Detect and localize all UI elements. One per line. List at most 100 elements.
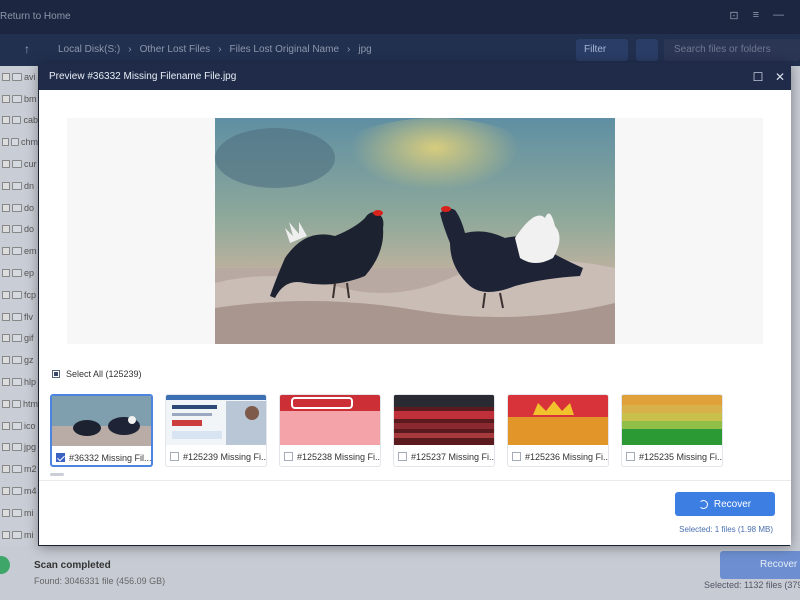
search-input[interactable]: Search files or folders (664, 39, 800, 61)
folder-name: cur (24, 159, 37, 170)
folder-checkbox[interactable] (2, 443, 10, 452)
folder-checkbox[interactable] (2, 378, 10, 387)
folder-row[interactable]: hlp (0, 371, 38, 393)
select-all-box (52, 370, 60, 378)
folder-checkbox[interactable] (2, 160, 10, 169)
thumbnail-item[interactable]: #125235 Missing Fi... (621, 394, 723, 467)
thumbnail-label: #36332 Missing Fil... (69, 452, 151, 463)
folder-checkbox[interactable] (2, 356, 10, 365)
thumbnail-webpage-image (166, 395, 266, 445)
folder-row[interactable]: chm (0, 131, 38, 153)
thumbnail-checkbox[interactable] (56, 453, 65, 462)
folder-checkbox[interactable] (2, 72, 10, 81)
folder-checkbox[interactable] (2, 530, 10, 539)
recover-button[interactable]: Recover (675, 492, 775, 516)
folder-checkbox[interactable] (2, 421, 10, 430)
main-recover-button[interactable]: Recover (720, 551, 800, 579)
folder-row[interactable]: ico (0, 415, 38, 437)
folder-row[interactable]: bm (0, 88, 38, 110)
folder-checkbox[interactable] (2, 334, 10, 343)
folder-row[interactable]: m4 (0, 480, 38, 502)
thumbnail-image (52, 396, 151, 446)
folder-checkbox[interactable] (2, 247, 10, 256)
thumbnail-checkbox[interactable] (284, 452, 293, 461)
folder-list: avi bm cab chm cur dn do do em ep fcp flv gif gz hlp ht… (0, 66, 38, 546)
breadcrumb-item[interactable]: jpg (358, 44, 371, 55)
folder-row[interactable]: fcp (0, 284, 38, 306)
feedback-icon[interactable]: ⊡ (729, 9, 738, 22)
breadcrumb-item[interactable]: Other Lost Files (140, 44, 211, 55)
folder-row[interactable]: em (0, 240, 38, 262)
thumbnail-item[interactable]: #125237 Missing Fi... (393, 394, 495, 467)
folder-checkbox[interactable] (2, 290, 10, 299)
return-home-link[interactable]: Return to Home (0, 11, 71, 22)
thumbnail-label: #125236 Missing Fi... (525, 451, 608, 462)
folder-row[interactable]: avi (0, 66, 38, 88)
preview-dialog: Preview #36332 Missing Filename File.jpg… (39, 63, 791, 545)
folder-row[interactable]: cab (0, 110, 38, 132)
thumbnail-image (280, 395, 380, 445)
folder-name: mi (24, 507, 34, 518)
folder-row[interactable]: htm (0, 393, 38, 415)
folder-checkbox[interactable] (2, 181, 10, 190)
folder-checkbox[interactable] (2, 225, 10, 234)
folder-checkbox[interactable] (2, 399, 10, 408)
thumbnail-strip: #36332 Missing Fil... #125239 Missing Fi… (50, 394, 723, 467)
folder-checkbox[interactable] (2, 94, 10, 103)
folder-name: ep (24, 268, 35, 279)
folder-row[interactable]: gz (0, 349, 38, 371)
folder-row[interactable]: jpg (0, 437, 38, 459)
thumbnail-scrollbar[interactable] (50, 473, 64, 476)
select-all-checkbox[interactable]: Select All (125239) (52, 369, 142, 379)
folder-checkbox[interactable] (2, 508, 10, 517)
folder-checkbox[interactable] (2, 465, 10, 474)
menu-icon[interactable]: ≡ (753, 9, 759, 22)
folder-row[interactable]: mi (0, 502, 38, 524)
folder-icon (11, 116, 22, 125)
folder-row[interactable]: do (0, 197, 38, 219)
folder-checkbox[interactable] (2, 203, 10, 212)
dialog-header: Preview #36332 Missing Filename File.jpg… (39, 63, 791, 90)
folder-checkbox[interactable] (2, 138, 9, 147)
breadcrumb-separator: › (128, 44, 132, 55)
thumbnail-checkbox[interactable] (398, 452, 407, 461)
right-panel-edge (790, 66, 800, 546)
folder-row[interactable]: dn (0, 175, 38, 197)
minimize-icon[interactable]: — (773, 9, 784, 22)
scan-status: Scan completed (34, 560, 111, 571)
folder-checkbox[interactable] (2, 312, 10, 321)
grid-view-button[interactable] (636, 39, 658, 61)
folder-row[interactable]: ep (0, 262, 38, 284)
folder-name: cab (23, 115, 38, 126)
breadcrumb-item[interactable]: Local Disk(S:) (58, 44, 120, 55)
folder-icon (12, 356, 22, 365)
folder-icon (12, 269, 22, 278)
folder-name: mi (24, 529, 34, 540)
folder-name: dn (24, 180, 35, 191)
folder-checkbox[interactable] (2, 116, 10, 125)
breadcrumb-item[interactable]: Files Lost Original Name (230, 44, 339, 55)
folder-row[interactable]: cur (0, 153, 38, 175)
thumbnail-item[interactable]: #125239 Missing Fi... (165, 394, 267, 467)
thumbnail-item[interactable]: #125238 Missing Fi... (279, 394, 381, 467)
thumbnail-item[interactable]: #36332 Missing Fil... (50, 394, 153, 467)
window-controls: ⊡ ≡ — (729, 9, 784, 22)
folder-row[interactable]: mi (0, 524, 38, 546)
thumbnail-checkbox[interactable] (626, 452, 635, 461)
close-icon[interactable]: ✕ (769, 70, 791, 84)
up-arrow-icon[interactable]: ↑ (24, 42, 30, 56)
folder-row[interactable]: do (0, 219, 38, 241)
recover-icon (698, 499, 708, 509)
folder-row[interactable]: flv (0, 306, 38, 328)
folder-checkbox[interactable] (2, 269, 10, 278)
thumbnail-checkbox[interactable] (170, 452, 179, 461)
maximize-icon[interactable]: ☐ (747, 70, 769, 84)
folder-name: fcp (24, 289, 37, 300)
folder-icon (10, 138, 19, 147)
folder-checkbox[interactable] (2, 487, 10, 496)
thumbnail-checkbox[interactable] (512, 452, 521, 461)
folder-row[interactable]: gif (0, 328, 38, 350)
filter-button[interactable]: Filter (576, 39, 628, 61)
folder-row[interactable]: m2 (0, 458, 38, 480)
thumbnail-item[interactable]: #125236 Missing Fi... (507, 394, 609, 467)
